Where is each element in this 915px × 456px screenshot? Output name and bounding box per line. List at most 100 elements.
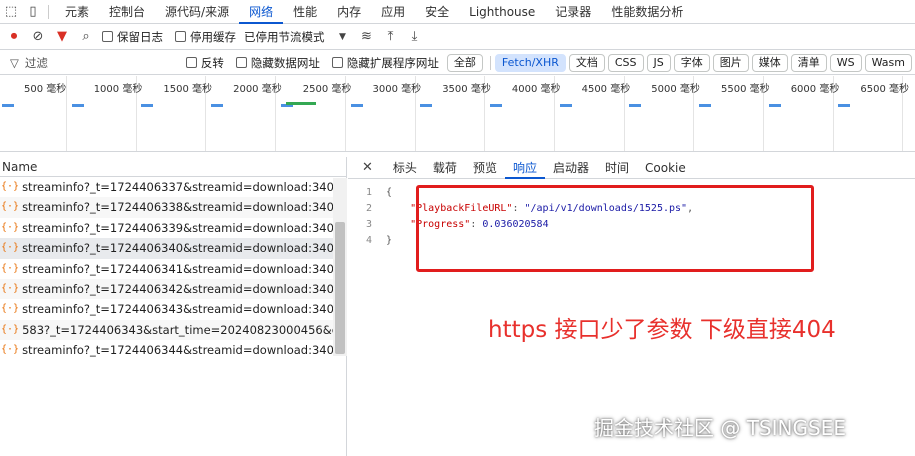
hide-extension-urls-label: 隐藏扩展程序网址: [346, 55, 439, 70]
request-row[interactable]: {·} streaminfo?_t=1724406343&streamid=dow…: [0, 299, 333, 319]
hide-extension-urls-checkbox[interactable]: 隐藏扩展程序网址: [331, 55, 439, 71]
line-number: 3: [365, 219, 372, 230]
filter-chip[interactable]: 媒体: [751, 53, 788, 72]
tab-item[interactable]: 元素: [55, 0, 99, 24]
invert-checkbox[interactable]: 反转: [185, 55, 224, 71]
xhr-icon: {·}: [1, 221, 20, 233]
request-name: streaminfo?_t=1724406338&streamid=downlo…: [22, 200, 333, 215]
throttling-select[interactable]: 已停用节流模式: [244, 29, 325, 45]
tab-item[interactable]: 源代码/来源: [155, 0, 239, 24]
preserve-log-checkbox[interactable]: 保留日志: [102, 29, 163, 45]
checkbox-box[interactable]: [235, 57, 247, 68]
timeline-tick-label: 4000 毫秒: [511, 84, 561, 95]
disable-cache-checkbox[interactable]: 停用缓存: [175, 29, 236, 45]
request-row[interactable]: {·} streaminfo?_t=1724406342&streamid=dow…: [0, 278, 333, 300]
filter-chip[interactable]: 图片: [712, 53, 749, 72]
timeline-tick-label: 1500 毫秒: [163, 84, 213, 95]
name-column-header[interactable]: Name: [0, 157, 346, 177]
resource-type-filters: 全部 Fetch/XHR 文档 CSS JS 字体 图片 媒体 清单 WS Wasm: [446, 53, 915, 72]
detail-tab[interactable]: 时间: [597, 157, 637, 179]
device-toolbar-icon[interactable]: ▯: [22, 0, 44, 24]
detail-tab[interactable]: 载荷: [425, 157, 465, 179]
clear-icon[interactable]: ⊘: [26, 24, 50, 50]
filter-chip[interactable]: JS: [646, 53, 671, 72]
line-number: 1: [365, 187, 372, 198]
request-name: streaminfo?_t=1724406344&streamid=downlo…: [22, 343, 333, 358]
timeline-request-bar: [629, 104, 642, 107]
timeline-request-bar: [2, 104, 14, 107]
timeline-request-bar: [286, 102, 316, 105]
invert-label: 反转: [200, 55, 224, 70]
tab-item[interactable]: 内存: [327, 0, 371, 24]
checkbox-box[interactable]: [185, 57, 197, 68]
filter-chip[interactable]: WS: [829, 53, 862, 72]
request-row[interactable]: {·} streaminfo?_t=1724406344&streamid=dow…: [0, 340, 333, 360]
tab-item[interactable]: Lighthouse: [459, 0, 545, 24]
inspect-element-icon[interactable]: ⬚: [0, 0, 22, 24]
detail-tab[interactable]: Cookie: [637, 157, 694, 179]
timeline-request-bar: [489, 104, 502, 107]
filter-icon: ▽: [10, 55, 19, 70]
throttling-dropdown-icon[interactable]: ▼: [331, 24, 355, 50]
timeline-request-bar: [141, 104, 154, 107]
checkbox-box[interactable]: [175, 31, 186, 42]
request-row[interactable]: {·} streaminfo?_t=1724406340&streamid=dow…: [0, 238, 333, 259]
filter-chip[interactable]: 清单: [790, 53, 827, 72]
tab-item[interactable]: 安全: [415, 0, 459, 24]
filter-chip[interactable]: Fetch/XHR: [494, 53, 566, 72]
line-number: 4: [365, 235, 372, 246]
filter-chip[interactable]: 字体: [673, 53, 710, 72]
checkbox-box[interactable]: [102, 31, 113, 42]
tab-item[interactable]: 应用: [371, 0, 415, 24]
record-icon[interactable]: ⏺: [2, 24, 26, 50]
search-icon[interactable]: ⌕: [74, 24, 98, 50]
network-conditions-icon[interactable]: ≋: [355, 24, 379, 50]
request-row[interactable]: {·} streaminfo?_t=1724406339&streamid=dow…: [0, 218, 333, 238]
filter-chip[interactable]: CSS: [607, 53, 644, 72]
filter-input[interactable]: ▽ 过滤: [4, 53, 182, 73]
xhr-icon: {·}: [1, 344, 20, 356]
request-list-scrollbar[interactable]: [333, 178, 347, 356]
close-icon[interactable]: ✕: [362, 160, 373, 175]
request-row[interactable]: {·} streaminfo?_t=1724406341&streamid=dow…: [0, 259, 333, 279]
request-name: streaminfo?_t=1724406339&streamid=downlo…: [22, 220, 333, 235]
request-row[interactable]: {·} streaminfo?_t=1724406337&streamid=dow…: [0, 177, 333, 197]
request-row[interactable]: {·} streaminfo?_t=1724406338&streamid=dow…: [0, 197, 333, 218]
checkbox-box[interactable]: [331, 57, 343, 68]
filter-chip[interactable]: 文档: [568, 53, 605, 72]
timeline-tick-label: 500 毫秒: [24, 84, 67, 95]
request-row[interactable]: {·} 583?_t=1724406343&start_time=20240823…: [0, 319, 333, 341]
timeline-request-bar: [699, 104, 711, 107]
filter-chip[interactable]: Wasm: [864, 53, 912, 72]
tab-separator: [48, 4, 49, 19]
chip-separator: [489, 55, 491, 70]
timeline-overview[interactable]: 500 毫秒 1000 毫秒 1500 毫秒 2000 毫秒 2500 毫秒 3000 毫…: [0, 76, 915, 152]
timeline-tick-label: 4500 毫秒: [581, 84, 631, 95]
tab-item[interactable]: 性能: [283, 0, 327, 24]
import-har-icon[interactable]: ⤒: [379, 24, 403, 50]
request-list: Name {·} streaminfo?_t=1724406337&streami…: [0, 157, 347, 456]
tab-item[interactable]: 记录器: [545, 0, 601, 24]
tab-item[interactable]: 控制台: [99, 0, 155, 24]
filter-funnel-icon[interactable]: ▼: [50, 24, 74, 50]
scrollbar-thumb[interactable]: [335, 222, 345, 354]
tab-item[interactable]: 网络: [239, 0, 284, 24]
filter-chip[interactable]: 全部: [446, 53, 483, 72]
watermark-text: 掘金技术社区 @ TSINGSEE: [594, 416, 846, 440]
detail-tab[interactable]: 启动器: [545, 157, 597, 179]
filter-bar: ▽ 过滤 反转 隐藏数据网址 隐藏扩展程序网址 全部 Fetch/XHR 文档 CSS…: [0, 51, 915, 75]
xhr-icon: {·}: [1, 242, 20, 254]
detail-tab[interactable]: 预览: [465, 157, 505, 179]
detail-tab[interactable]: 响应: [504, 157, 545, 179]
timeline-request-bar: [559, 104, 572, 107]
xhr-icon: {·}: [1, 181, 20, 192]
export-har-icon[interactable]: ⤓: [403, 24, 427, 50]
timeline-tick-label: 5000 毫秒: [651, 84, 700, 95]
hide-data-urls-label: 隐藏数据网址: [250, 55, 320, 70]
disable-cache-label: 停用缓存: [190, 29, 236, 44]
tab-item[interactable]: 性能数据分析: [601, 0, 693, 24]
detail-tab-bar: ✕ 标头 载荷 预览 响应 启动器 时间 Cookie: [348, 157, 915, 179]
detail-tab[interactable]: 标头: [385, 157, 425, 179]
hide-data-urls-checkbox[interactable]: 隐藏数据网址: [235, 55, 320, 71]
timeline-tick-label: 6500 毫秒: [860, 84, 910, 95]
